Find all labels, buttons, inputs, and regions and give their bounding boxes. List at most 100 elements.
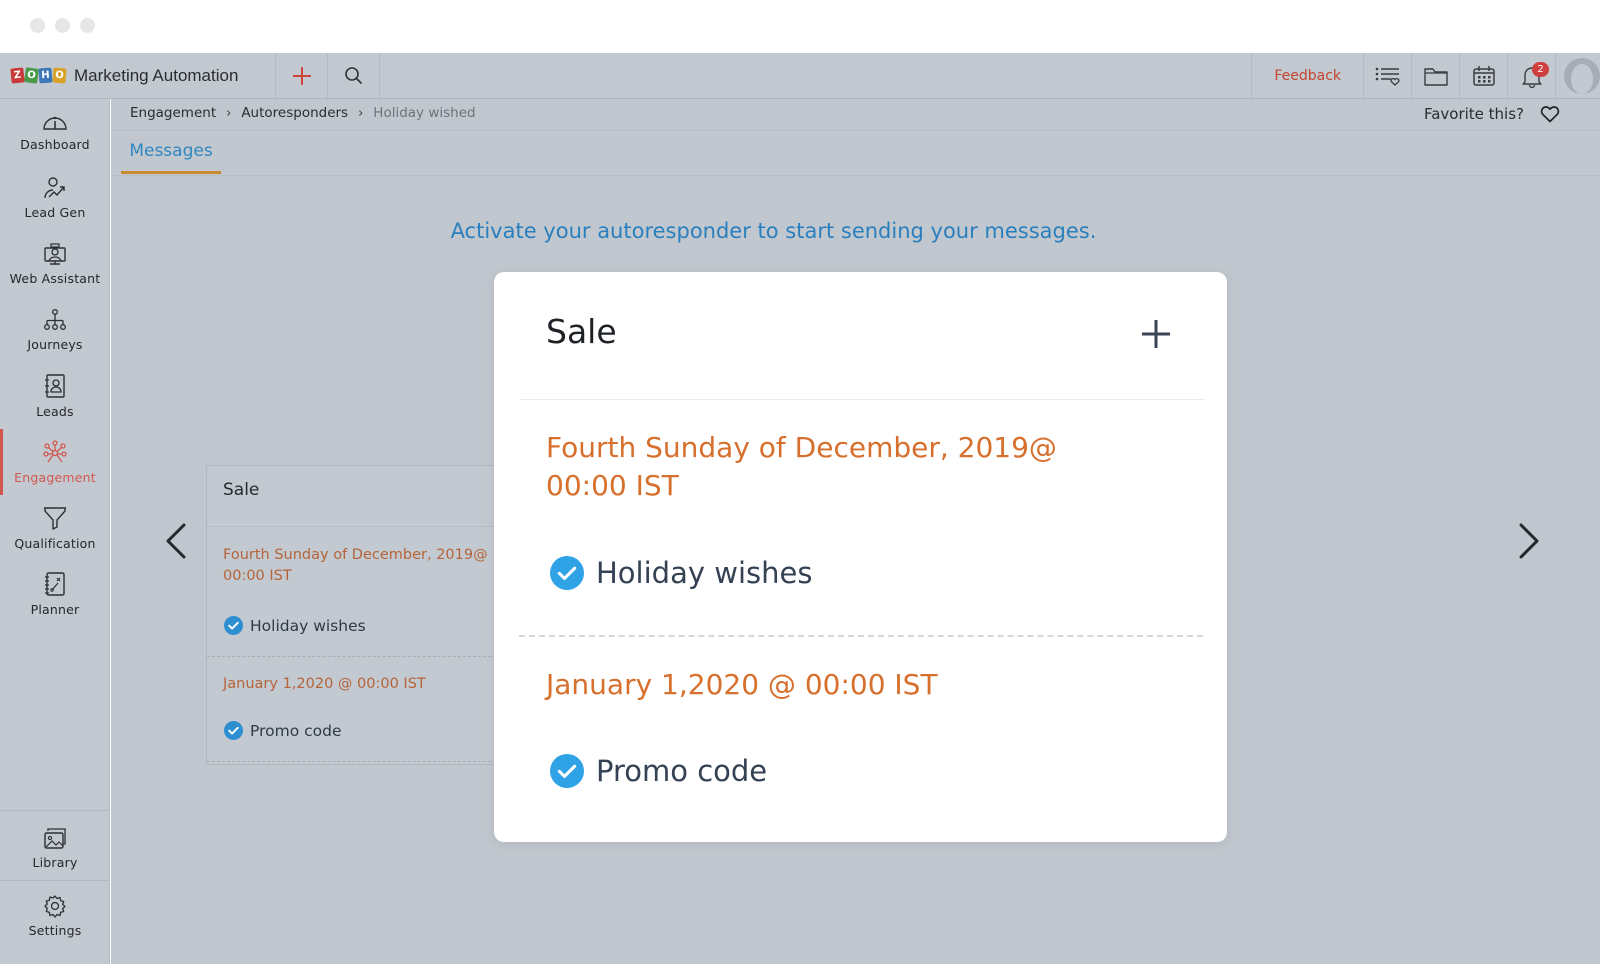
- next-button[interactable]: [1514, 519, 1544, 563]
- message-name: Promo code: [596, 754, 768, 788]
- activation-notice: Activate your autoresponder to start sen…: [111, 219, 1600, 243]
- message-item[interactable]: Promo code: [207, 721, 506, 740]
- autoresponder-modal: Sale Fourth Sunday of December, 2019@ 00…: [494, 272, 1227, 842]
- app-name: Marketing Automation: [74, 65, 239, 85]
- calendar-icon: [1472, 65, 1495, 86]
- message-item[interactable]: Holiday wishes: [207, 616, 506, 635]
- sidebar-item-planner[interactable]: Planner: [0, 561, 110, 627]
- sidebar-item-label: Lead Gen: [24, 205, 86, 220]
- zoho-logo: Z O H O: [10, 67, 67, 84]
- tab-messages[interactable]: Messages: [121, 131, 221, 174]
- dashboard-icon: [43, 116, 67, 130]
- chevron-right-icon: ›: [358, 105, 364, 121]
- divider: [111, 130, 1600, 131]
- sidebar-item-label: Settings: [28, 923, 82, 938]
- search-icon: [344, 66, 362, 84]
- schedule-date-line1: Fourth Sunday of December, 2019@: [546, 431, 1057, 464]
- sidebar-item-label: Journeys: [27, 337, 83, 352]
- window-close-button[interactable]: [30, 18, 45, 33]
- check-circle-icon: [224, 721, 243, 740]
- divider-dashed: [519, 635, 1203, 637]
- logo-letter: O: [24, 67, 39, 84]
- sidebar-item-leads[interactable]: Leads: [0, 363, 110, 429]
- sidebar: Dashboard Lead Gen Web Assistant Journey…: [0, 99, 110, 964]
- sidebar-item-web-assistant[interactable]: Web Assistant: [0, 231, 110, 297]
- sidebar-item-settings[interactable]: Settings: [0, 883, 110, 949]
- chevron-right-icon: [1519, 523, 1539, 559]
- schedule-date: Fourth Sunday of December, 2019@: [223, 547, 488, 563]
- journeys-icon: [44, 309, 66, 330]
- add-message-button[interactable]: [1138, 316, 1174, 352]
- divider: [519, 399, 1205, 400]
- breadcrumb-engagement[interactable]: Engagement: [130, 105, 216, 121]
- message-name: Holiday wishes: [596, 556, 813, 590]
- sidebar-item-label: Planner: [30, 602, 80, 617]
- schedule-date: January 1,2020 @ 00:00 IST: [546, 668, 938, 701]
- search-button[interactable]: [328, 53, 380, 98]
- message-name: Holiday wishes: [250, 616, 366, 635]
- notification-badge: 2: [1532, 62, 1549, 77]
- plus-icon: [292, 66, 311, 85]
- sidebar-item-lead-gen[interactable]: Lead Gen: [0, 165, 110, 231]
- check-circle-icon: [550, 556, 584, 590]
- activation-notice-text: Activate your autoresponder to start sen…: [450, 219, 1097, 243]
- sidebar-item-dashboard[interactable]: Dashboard: [0, 99, 110, 165]
- check-circle-icon: [224, 616, 243, 635]
- sidebar-item-qualification[interactable]: Qualification: [0, 495, 110, 561]
- autoresponder-card[interactable]: Sale Fourth Sunday of December, 2019@ 00…: [206, 465, 506, 765]
- breadcrumb-autoresponders[interactable]: Autoresponders: [241, 105, 348, 121]
- folder-button[interactable]: [1412, 53, 1460, 98]
- brand[interactable]: Z O H O Marketing Automation: [0, 53, 276, 98]
- sidebar-divider: [0, 810, 110, 811]
- web-assistant-icon: [44, 243, 66, 265]
- favorite-toggle[interactable]: Favorite this?: [1424, 105, 1560, 123]
- modal-header: Sale: [494, 272, 1227, 400]
- favorite-label: Favorite this?: [1423, 105, 1524, 123]
- planner-icon: [45, 572, 65, 596]
- logo-letter: Z: [10, 67, 25, 84]
- check-circle-icon: [550, 754, 584, 788]
- breadcrumb: Engagement › Autoresponders › Holiday wi…: [130, 105, 476, 121]
- schedule-date-line2: 00:00 IST: [223, 568, 292, 584]
- sidebar-item-journeys[interactable]: Journeys: [0, 297, 110, 363]
- favorites-list-button[interactable]: [1364, 53, 1412, 98]
- create-new-button[interactable]: [276, 53, 328, 98]
- schedule-date: Fourth Sunday of December, 2019@ 00:00 I…: [546, 429, 1057, 505]
- plus-icon: [1142, 320, 1170, 348]
- sidebar-item-label: Dashboard: [20, 137, 90, 152]
- schedule-date: January 1,2020 @ 00:00 IST: [223, 676, 426, 692]
- sidebar-divider: [0, 880, 110, 881]
- folder-icon: [1423, 67, 1448, 86]
- message-item[interactable]: Holiday wishes: [550, 556, 812, 590]
- sidebar-item-label: Web Assistant: [9, 271, 101, 286]
- sidebar-item-label: Qualification: [14, 536, 96, 551]
- sidebar-item-engagement[interactable]: Engagement: [0, 429, 110, 495]
- card-title: Sale: [207, 466, 506, 527]
- logo-letter: O: [52, 67, 67, 84]
- user-avatar[interactable]: [1564, 57, 1600, 94]
- leads-icon: [45, 374, 65, 398]
- breadcrumb-current: Holiday wished: [373, 105, 476, 121]
- calendar-button[interactable]: [1460, 53, 1508, 98]
- window-minimize-button[interactable]: [55, 18, 70, 33]
- window-maximize-button[interactable]: [80, 18, 95, 33]
- window-titlebar: [0, 0, 1600, 53]
- engagement-icon: [43, 440, 67, 463]
- message-item[interactable]: Promo code: [550, 754, 767, 788]
- chevron-right-icon: ›: [226, 105, 232, 121]
- heart-icon[interactable]: [1540, 105, 1560, 123]
- sidebar-item-label: Engagement: [14, 470, 96, 485]
- lead-gen-icon: [44, 177, 65, 199]
- notifications-button[interactable]: 2: [1508, 53, 1556, 98]
- library-icon: [44, 828, 66, 849]
- logo-letter: H: [38, 67, 53, 84]
- sidebar-item-label: Leads: [36, 404, 74, 419]
- app-header: Z O H O Marketing Automation Feedback 2: [0, 53, 1600, 99]
- message-name: Promo code: [250, 721, 342, 740]
- previous-button[interactable]: [161, 519, 191, 563]
- sidebar-item-library[interactable]: Library: [0, 815, 110, 881]
- feedback-button[interactable]: Feedback: [1251, 53, 1364, 98]
- schedule-date-line2: 00:00 IST: [546, 469, 679, 502]
- settings-icon: [44, 895, 66, 918]
- favorites-list-icon: [1375, 67, 1399, 86]
